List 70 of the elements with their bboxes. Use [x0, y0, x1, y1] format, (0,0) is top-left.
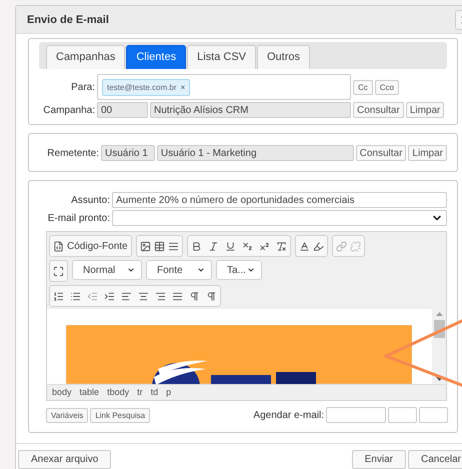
- tab[interactable]: Lista CSV: [187, 45, 256, 69]
- rtl-icon[interactable]: [206, 290, 217, 302]
- remove-format-icon[interactable]: [276, 240, 287, 252]
- consult-button[interactable]: Consultar: [356, 145, 406, 161]
- clear-button[interactable]: Limpar: [406, 102, 444, 118]
- italic-icon[interactable]: [208, 240, 219, 252]
- subscript-icon[interactable]: [242, 240, 253, 252]
- scrollbar[interactable]: [432, 309, 446, 384]
- bullet-list-icon[interactable]: [70, 290, 81, 302]
- tab[interactable]: Clientes: [126, 45, 186, 69]
- subject-field[interactable]: Aumente 20% o número de oportunidades comerciais: [112, 192, 447, 208]
- highlight-icon[interactable]: [312, 240, 324, 252]
- element-path-item[interactable]: table: [80, 387, 100, 398]
- copy-button[interactable]: Cco: [374, 80, 400, 94]
- text-color-icon[interactable]: [298, 240, 310, 252]
- schedule-label: Agendar e-mail:: [253, 410, 324, 420]
- campaign-label: Campanha:: [42, 104, 95, 116]
- code-file-icon: [53, 240, 64, 252]
- attach-file-button[interactable]: Anexar arquivo: [18, 450, 112, 469]
- ltr-icon[interactable]: [189, 290, 200, 302]
- superscript-icon[interactable]: [258, 240, 270, 252]
- sender-code-field[interactable]: Usuário 1: [101, 145, 155, 161]
- bold-icon[interactable]: [190, 240, 202, 252]
- recipient-token[interactable]: teste@teste.com.br ×: [102, 78, 190, 96]
- campaign-name-field[interactable]: Nutrição Alísios CRM: [150, 102, 351, 118]
- element-path-item[interactable]: p: [166, 387, 172, 398]
- format-dropdown[interactable]: Ta...: [216, 260, 262, 280]
- tab[interactable]: Campanhas: [46, 45, 126, 69]
- element-path-item[interactable]: body: [52, 387, 72, 398]
- chevron-down-icon: [197, 266, 205, 274]
- horizontal-rule-icon[interactable]: [168, 240, 179, 252]
- schedule-date-field[interactable]: [326, 407, 386, 423]
- justify-icon[interactable]: [172, 290, 183, 302]
- cancel-button[interactable]: Cancelar: [408, 450, 462, 469]
- table-icon[interactable]: [154, 240, 165, 252]
- para-label: Para:: [70, 82, 95, 92]
- source-code-button[interactable]: Código-Fonte: [53, 240, 128, 252]
- clear-button[interactable]: Limpar: [408, 145, 447, 161]
- indent-icon[interactable]: [104, 290, 115, 302]
- tab[interactable]: Outros: [257, 45, 310, 69]
- element-path-item[interactable]: tbody: [107, 387, 130, 398]
- maximize-icon[interactable]: [53, 266, 64, 276]
- recipient-field[interactable]: teste@teste.com.br ×: [97, 74, 351, 100]
- align-center-icon[interactable]: [138, 290, 149, 302]
- align-left-icon[interactable]: [121, 290, 132, 302]
- copy-button[interactable]: Cc: [353, 80, 373, 94]
- format-dropdown[interactable]: Fonte: [146, 260, 212, 280]
- numbered-list-icon[interactable]: [53, 290, 64, 302]
- sender-label: Remetente:: [46, 148, 99, 158]
- consult-button[interactable]: Consultar: [353, 102, 404, 118]
- element-path-item[interactable]: tr: [137, 387, 143, 398]
- scroll-down-icon[interactable]: [436, 377, 442, 381]
- schedule-hour-field[interactable]: [388, 407, 417, 423]
- align-right-icon[interactable]: [155, 290, 166, 302]
- image-icon[interactable]: [140, 240, 151, 252]
- campaign-code-field[interactable]: 00: [97, 102, 148, 118]
- chevron-down-icon: [127, 266, 135, 274]
- send-button[interactable]: Enviar: [352, 450, 406, 469]
- subject-label: Assunto:: [70, 194, 110, 206]
- chevron-down-icon: [247, 266, 255, 274]
- sender-name-field[interactable]: Usuário 1 - Marketing: [156, 145, 354, 161]
- survey-link-button[interactable]: Link Pesquisa: [90, 408, 150, 422]
- dialog-title: Envio de E-mail: [27, 14, 109, 26]
- schedule-minute-field[interactable]: [419, 407, 448, 423]
- ready-email-label: E-mail pronto:: [46, 212, 110, 224]
- variables-button[interactable]: Variáveis: [46, 408, 88, 422]
- element-path-item[interactable]: td: [150, 387, 158, 398]
- format-dropdown[interactable]: Normal: [72, 260, 142, 280]
- editor-content[interactable]: [47, 309, 446, 384]
- underline-icon[interactable]: [224, 240, 236, 252]
